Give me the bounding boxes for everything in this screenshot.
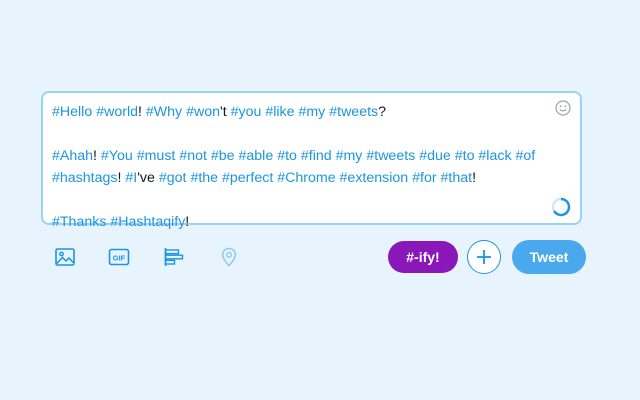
hashtagify-button[interactable]: #-ify! [388,241,458,273]
hashtag[interactable]: #Chrome [277,170,335,186]
hashtag[interactable]: #be [211,148,235,164]
hashtag[interactable]: #Hashtaqify [110,214,185,230]
tweet-paragraph: #Thanks #Hashtaqify! [52,211,550,233]
location-icon[interactable] [218,246,240,268]
hashtag[interactable]: #Hello [52,104,92,120]
hashtag[interactable]: #Ahah [52,148,93,164]
hashtag[interactable]: #able [239,148,274,164]
hashtag[interactable]: #tweets [366,148,415,164]
add-tweet-button[interactable] [467,240,501,274]
hashtag[interactable]: #won [186,104,220,120]
hashtag[interactable]: #Thanks [52,214,106,230]
hashtag[interactable]: #world [96,104,138,120]
image-icon[interactable] [54,246,76,268]
hashtag[interactable]: #that [441,170,473,186]
tweet-text: 've [137,170,159,186]
hashtag[interactable]: #lack [478,148,511,164]
hashtag[interactable]: #I [125,170,137,186]
tweet-text: ? [378,104,387,120]
hashtag[interactable]: #like [265,104,294,120]
hashtag[interactable]: #must [137,148,176,164]
tweet-text: ! [185,214,190,230]
tweet-paragraph [52,189,550,211]
hashtag[interactable]: #extension [340,170,409,186]
tweet-compose-box[interactable]: #Hello #world! #Why #won't #you #like #m… [41,91,582,230]
tweet-paragraph: #Ahah! #You #must #not #be #able #to #fi… [52,145,550,189]
hashtag[interactable]: #due [419,148,451,164]
smiley-icon[interactable] [555,100,571,116]
tweet-button[interactable]: Tweet [512,240,586,274]
hashtag[interactable]: #got [159,170,187,186]
tweet-paragraph: #Hello #world! #Why #won't #you #like #m… [52,101,550,123]
tweet-paragraph [52,123,550,145]
tweet-text: ! [137,104,146,120]
tweet-text: 't [220,104,231,120]
hashtag[interactable]: #to [277,148,297,164]
tweet-text-area[interactable]: #Hello #world! #Why #won't #you #like #m… [52,101,550,233]
hashtag[interactable]: #my [298,104,325,120]
hashtag[interactable]: #the [190,170,218,186]
char-counter-icon [551,197,571,217]
gif-icon[interactable]: GIF [108,246,130,268]
poll-icon[interactable] [163,246,185,268]
hashtag[interactable]: #of [516,148,536,164]
hashtag[interactable]: #perfect [222,170,273,186]
gif-label: GIF [113,254,126,263]
hashtag[interactable]: #for [412,170,436,186]
hashtag[interactable]: #tweets [329,104,378,120]
hashtag[interactable]: #my [336,148,363,164]
hashtag[interactable]: #find [301,148,332,164]
tweet-text: ! [93,148,101,164]
hashtag[interactable]: #hashtags [52,170,117,186]
hashtag[interactable]: #you [231,104,262,120]
hashtag[interactable]: #to [455,148,475,164]
hashtag[interactable]: #Why [146,104,182,120]
tweet-text: ! [472,170,477,186]
hashtag[interactable]: #not [179,148,207,164]
plus-icon [477,250,491,264]
hashtag[interactable]: #You [101,148,133,164]
